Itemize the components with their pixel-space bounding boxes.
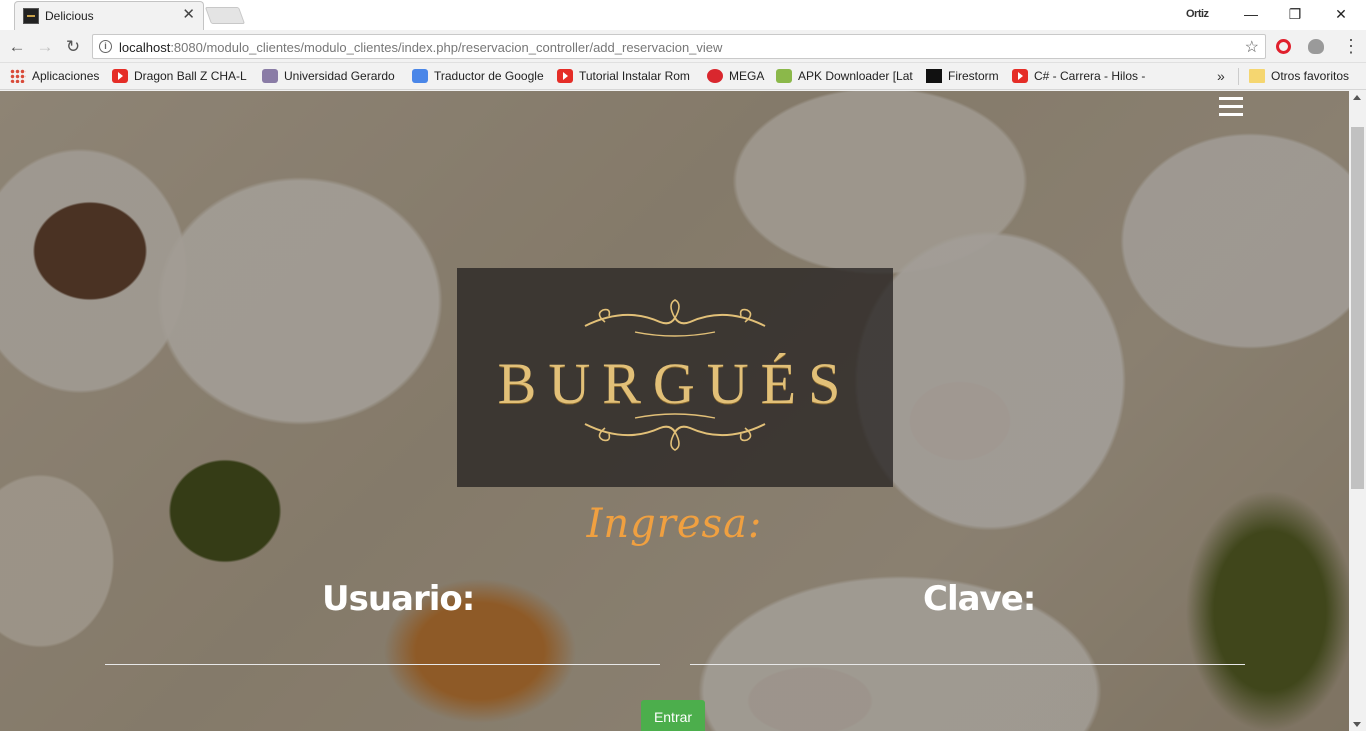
- url-host: localhost: [119, 40, 171, 55]
- opera-extension-icon[interactable]: [1276, 39, 1291, 54]
- brand-logo-text: BURGUÉS: [497, 351, 853, 416]
- new-tab-button[interactable]: [204, 7, 246, 24]
- url-path: :8080/modulo_clientes/modulo_clientes/in…: [170, 40, 723, 55]
- bookmark-mega[interactable]: MEGA: [707, 68, 777, 86]
- youtube-icon: [557, 69, 573, 83]
- browser-tab[interactable]: Delicious ✕: [14, 1, 204, 30]
- other-bookmarks-folder[interactable]: Otros favoritos: [1249, 68, 1364, 86]
- back-arrow-icon[interactable]: ←: [6, 36, 28, 58]
- entrar-button[interactable]: Entrar: [641, 700, 705, 731]
- extension-icon[interactable]: [1308, 39, 1324, 54]
- scroll-up-arrow-icon[interactable]: [1353, 95, 1361, 100]
- profile-name[interactable]: Ortiz: [1186, 8, 1209, 20]
- ornament-bottom-icon: [584, 413, 766, 451]
- firestorm-icon: [926, 69, 942, 83]
- youtube-icon: [112, 69, 128, 83]
- mega-icon: [707, 69, 723, 83]
- password-label: Clave:: [923, 579, 1036, 619]
- google-translate-icon: [412, 69, 428, 83]
- window-close-button[interactable]: ✕: [1318, 0, 1364, 28]
- username-label: Usuario:: [322, 579, 475, 619]
- tab-strip: Delicious ✕ Ortiz — ❐ ✕: [0, 0, 1366, 30]
- university-icon: [262, 69, 278, 83]
- bookmarks-bar: Aplicaciones Dragon Ball Z CHA-L Univers…: [0, 63, 1366, 90]
- scroll-down-arrow-icon[interactable]: [1353, 722, 1361, 727]
- reload-icon[interactable]: ↻: [62, 36, 84, 58]
- bookmark-tutorial-rom[interactable]: Tutorial Instalar Rom: [557, 68, 697, 86]
- bookmark-star-icon[interactable]: ☆: [1245, 37, 1259, 57]
- site-favicon-icon: [23, 8, 39, 24]
- address-bar[interactable]: i localhost:8080/modulo_clientes/modulo_…: [92, 34, 1266, 59]
- bookmark-csharp-hilos[interactable]: C# - Carrera - Hilos -: [1012, 68, 1152, 86]
- bookmark-universidad[interactable]: Universidad Gerardo: [262, 68, 402, 86]
- apk-icon: [776, 69, 792, 83]
- url-text[interactable]: localhost:8080/modulo_clientes/modulo_cl…: [119, 40, 722, 55]
- tab-close-icon[interactable]: ✕: [182, 7, 195, 23]
- bookmarks-overflow-chevron-icon[interactable]: »: [1217, 68, 1225, 84]
- browser-toolbar: ← → ↻ i localhost:8080/modulo_clientes/m…: [0, 30, 1366, 63]
- page-viewport: BURGUÉS Ingresa: Usuario: Clave: Entrar: [0, 91, 1349, 731]
- forward-arrow-icon[interactable]: →: [34, 36, 56, 58]
- folder-icon: [1249, 69, 1265, 83]
- password-input[interactable]: [690, 631, 1245, 665]
- login-heading: Ingresa:: [586, 501, 763, 547]
- bookmark-apk-downloader[interactable]: APK Downloader [Lat: [776, 68, 916, 86]
- youtube-icon: [1012, 69, 1028, 83]
- hamburger-menu-icon[interactable]: [1219, 97, 1243, 117]
- bookmarks-divider: [1238, 68, 1239, 85]
- username-input[interactable]: [105, 631, 660, 665]
- browser-menu-icon[interactable]: ⋮: [1342, 37, 1360, 57]
- bookmark-aplicaciones[interactable]: Aplicaciones: [10, 68, 110, 86]
- scroll-thumb[interactable]: [1351, 127, 1364, 489]
- ornament-top-icon: [584, 299, 766, 337]
- tab-title: Delicious: [45, 9, 94, 23]
- maximize-button[interactable]: ❐: [1272, 0, 1318, 28]
- bookmark-dragon-ball[interactable]: Dragon Ball Z CHA-L: [112, 68, 252, 86]
- brand-logo: BURGUÉS: [457, 268, 893, 487]
- apps-grid-icon: [10, 69, 26, 83]
- bookmark-traductor[interactable]: Traductor de Google: [412, 68, 552, 86]
- minimize-button[interactable]: —: [1228, 0, 1274, 28]
- bookmark-firestorm[interactable]: Firestorm: [926, 68, 1006, 86]
- info-icon[interactable]: i: [99, 40, 112, 53]
- page-scrollbar[interactable]: [1349, 91, 1366, 731]
